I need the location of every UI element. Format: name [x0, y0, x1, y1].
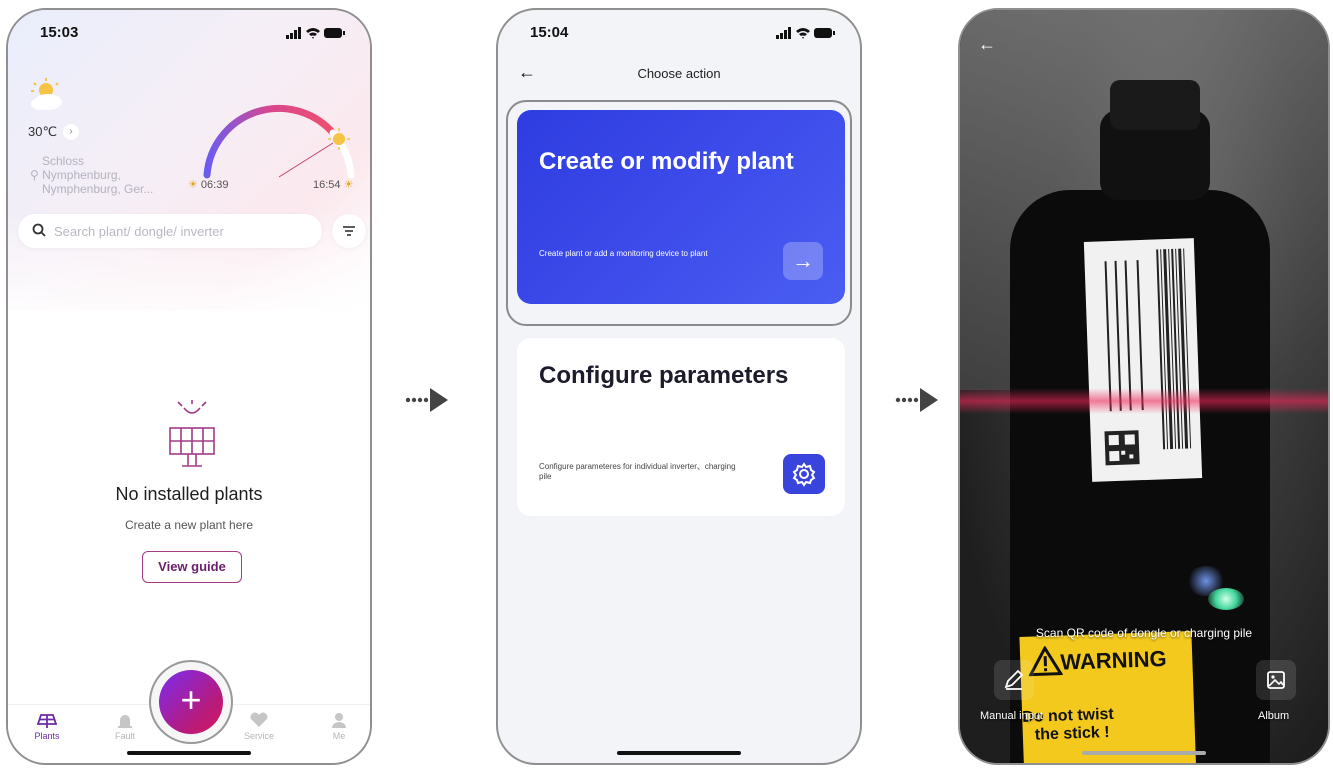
manual-input-button[interactable] — [994, 660, 1034, 700]
warning-title: WARNING — [1059, 645, 1168, 675]
solar-panel-icon — [37, 714, 57, 728]
search-placeholder: Search plant/ dongle/ inverter — [54, 223, 224, 239]
card-description: Configure parameteres for individual inv… — [539, 462, 736, 481]
album-label: Album — [1258, 710, 1290, 722]
status-time: 15:03 — [40, 24, 79, 41]
location-line-3: Nymphenburg, Ger... — [42, 182, 154, 196]
home-indicator — [127, 751, 251, 755]
back-arrow-icon[interactable]: ← — [978, 34, 996, 55]
nav-bar: ← Choose action — [498, 58, 860, 90]
filter-button[interactable] — [332, 214, 366, 248]
location-line-1: Schloss — [42, 154, 85, 168]
empty-state-title: No installed plants — [115, 484, 263, 504]
home-indicator — [1082, 751, 1206, 755]
status-time: 15:04 — [530, 24, 569, 41]
tab-service-label: Service — [243, 731, 274, 741]
chevron-right-icon[interactable]: › — [63, 124, 80, 140]
status-bar: 15:03 — [8, 22, 370, 46]
search-icon — [32, 223, 46, 240]
empty-state-subtitle: Create a new plant here — [124, 518, 254, 532]
view-guide-button[interactable]: View guide — [142, 551, 242, 583]
system-icons — [286, 26, 346, 45]
tab-service[interactable]: Service — [234, 705, 284, 741]
location-line-2: ⚲ Nymphenburg, — [30, 168, 121, 182]
tab-fault[interactable]: Fault — [100, 705, 150, 741]
scan-line — [960, 388, 1328, 414]
add-plant-button[interactable]: + — [159, 670, 223, 734]
tab-me-label: Me — [332, 731, 346, 741]
solar-panel-empty-icon — [160, 396, 224, 481]
sunrise-icon: ☀ — [188, 179, 201, 191]
card-title: Create or modify plant — [539, 148, 794, 175]
sunset-icon: ☀ — [340, 179, 354, 191]
scan-hint: Scan QR code of dongle or charging pile — [1035, 626, 1253, 640]
warning-text-line-2: the stick ! — [1034, 723, 1110, 744]
device-label-qr — [1083, 238, 1203, 482]
sunset-time: 16:54 ☀ — [313, 179, 354, 191]
manual-input-label: Manual input — [980, 710, 1043, 722]
tab-plants-label: Plants — [34, 731, 60, 741]
filter-icon — [343, 226, 355, 236]
phone-scan-screen: WARNING Do not twist the stick ! ← Scan … — [958, 8, 1330, 765]
temperature-value: 30℃ — [28, 124, 58, 139]
sun-arc-gauge — [193, 95, 363, 190]
sunrise-time: ☀ 06:39 — [188, 179, 229, 191]
device-cap — [1110, 80, 1200, 130]
system-icons — [776, 26, 836, 45]
flow-arrow-right-icon — [894, 386, 940, 419]
phone-plants-screen: 15:03 30℃ › Schloss ⚲ Nymphenburg, Nymph… — [6, 8, 372, 765]
flow-arrow-right-icon — [404, 386, 450, 419]
card-title: Configure parameters — [539, 362, 789, 389]
image-icon — [1267, 671, 1285, 689]
page-title: Choose action — [637, 66, 721, 81]
tab-plants[interactable]: Plants — [22, 705, 72, 741]
led-glow-green — [1208, 588, 1244, 610]
temperature[interactable]: 30℃ › — [28, 124, 80, 140]
alarm-icon — [118, 715, 132, 728]
weather-icon — [26, 78, 66, 119]
home-indicator — [617, 751, 741, 755]
tab-fault-label: Fault — [114, 731, 135, 741]
arrow-right-icon[interactable]: → — [783, 242, 823, 280]
location: Schloss ⚲ Nymphenburg, Nymphenburg, Ger.… — [30, 154, 153, 196]
warning-sticker: WARNING Do not twist the stick ! — [1019, 631, 1197, 763]
gear-icon[interactable] — [783, 454, 825, 494]
pencil-icon — [1004, 669, 1024, 690]
album-button[interactable] — [1256, 660, 1296, 700]
heart-handshake-icon — [250, 712, 268, 727]
person-icon — [332, 713, 346, 728]
pin-icon: ⚲ — [30, 168, 43, 182]
create-modify-plant-card[interactable]: Create or modify plant Create plant or a… — [517, 110, 845, 304]
search-input[interactable]: Search plant/ dongle/ inverter — [18, 214, 322, 248]
tab-me[interactable]: Me — [314, 705, 364, 741]
phone-choose-action-screen: 15:04 ← Choose action Create or modify p… — [496, 8, 862, 765]
status-bar: 15:04 — [498, 22, 860, 46]
card-description: Create plant or add a monitoring device … — [539, 249, 708, 258]
configure-parameters-card[interactable]: Configure parameters Configure parameter… — [517, 338, 845, 516]
